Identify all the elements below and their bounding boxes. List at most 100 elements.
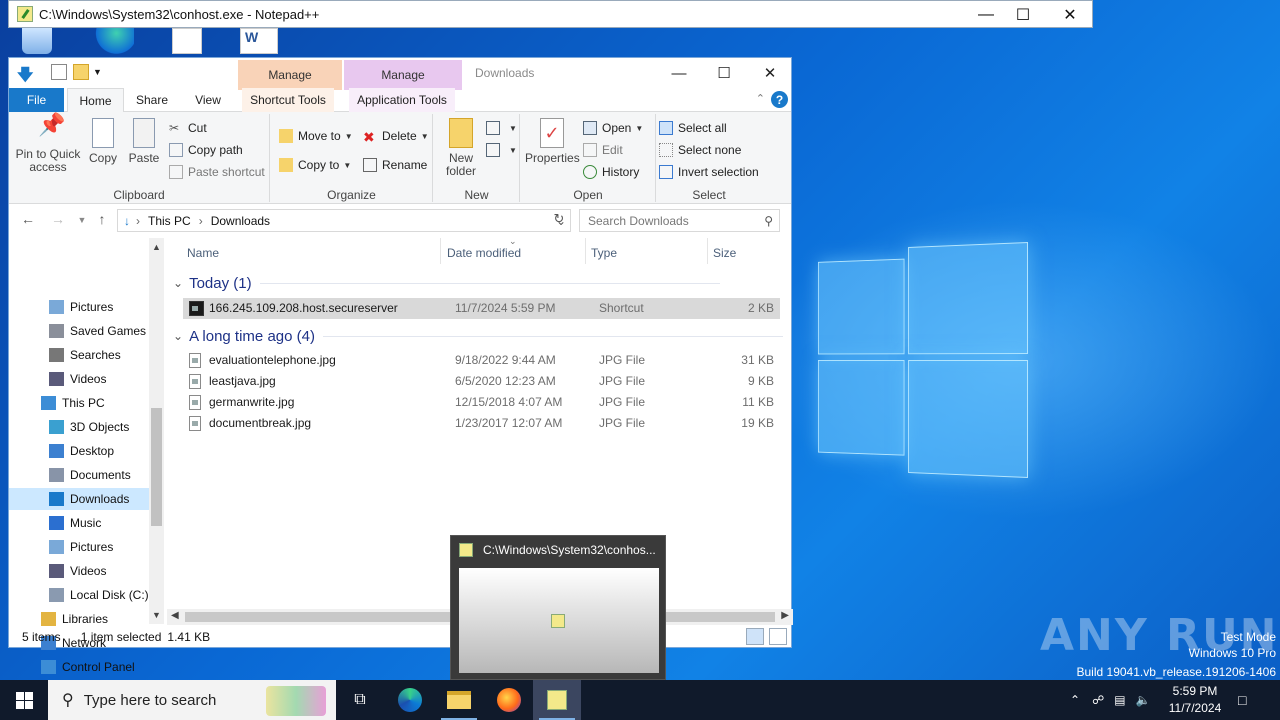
details-view-icon[interactable] bbox=[746, 628, 764, 645]
explorer-minimize-button[interactable]: — bbox=[656, 58, 702, 88]
nav-item[interactable]: Downloads bbox=[9, 488, 149, 510]
copy-to-button[interactable]: Copy to ▼ bbox=[279, 155, 351, 175]
maximize-button[interactable]: ☐ bbox=[1000, 1, 1046, 29]
refresh-icon[interactable]: ↻ bbox=[550, 211, 568, 231]
large-icons-view-icon[interactable] bbox=[769, 628, 787, 645]
scroll-up-icon[interactable]: ▲ bbox=[152, 242, 161, 252]
nav-item[interactable]: 3D Objects bbox=[9, 416, 149, 438]
file-row[interactable]: 166.245.109.208.host.secureserver 11/7/20… bbox=[183, 298, 780, 319]
nav-item[interactable]: Control Panel bbox=[9, 656, 149, 678]
file-row[interactable]: germanwrite.jpg 12/15/2018 4:07 AM JPG Fil… bbox=[183, 392, 780, 413]
file-row[interactable]: leastjava.jpg 6/5/2020 12:23 AM JPG File 9 … bbox=[183, 371, 780, 392]
nav-item[interactable]: Pictures bbox=[9, 536, 149, 558]
nav-item[interactable]: Videos bbox=[9, 368, 149, 390]
move-to-button[interactable]: Move to ▼ bbox=[279, 126, 353, 146]
manage-shortcut-tab[interactable]: Manage bbox=[238, 60, 342, 90]
paste-shortcut-button[interactable]: Paste shortcut bbox=[169, 162, 265, 182]
image-file-icon[interactable] bbox=[172, 28, 202, 54]
select-none-button[interactable]: Select none bbox=[659, 140, 741, 160]
breadcrumb-this-pc[interactable]: This PC bbox=[148, 214, 191, 228]
thumbnail-image[interactable] bbox=[459, 568, 659, 673]
taskbar-search-box[interactable]: ⚲ Type here to search bbox=[48, 680, 336, 720]
column-size[interactable]: Size bbox=[713, 242, 736, 264]
nav-item[interactable]: Desktop bbox=[9, 440, 149, 462]
collapse-chevron-icon[interactable]: ⌄ bbox=[173, 329, 183, 343]
easy-access-button[interactable]: ▼ bbox=[486, 140, 517, 160]
network-icon[interactable]: ☍ bbox=[1092, 693, 1104, 707]
ethernet-icon[interactable]: ▤ bbox=[1114, 693, 1125, 707]
nav-item[interactable]: Local Disk (C:) bbox=[9, 584, 149, 606]
rename-button[interactable]: Rename bbox=[363, 155, 427, 175]
manage-application-tab[interactable]: Manage bbox=[344, 60, 462, 90]
recycle-bin-icon[interactable] bbox=[22, 28, 52, 54]
nav-item[interactable]: Documents bbox=[9, 464, 149, 486]
file-explorer-taskbar-button[interactable] bbox=[435, 680, 483, 720]
forward-arrow-icon[interactable]: → bbox=[49, 211, 67, 231]
pin-quick-access-button[interactable]: 📌 Pin to Quick access bbox=[13, 114, 83, 174]
scroll-down-icon[interactable]: ▼ bbox=[152, 610, 161, 620]
copy-path-button[interactable]: Copy path bbox=[169, 140, 243, 160]
breadcrumb-downloads[interactable]: Downloads bbox=[211, 214, 270, 228]
invert-selection-button[interactable]: Invert selection bbox=[659, 162, 759, 182]
edge-taskbar-button[interactable] bbox=[386, 680, 434, 720]
tab-share[interactable]: Share bbox=[127, 88, 177, 112]
explorer-maximize-button[interactable]: ☐ bbox=[701, 58, 747, 88]
nav-item[interactable]: This PC bbox=[9, 392, 149, 414]
copy-button[interactable]: Copy bbox=[87, 118, 119, 165]
tab-application-tools[interactable]: Application Tools bbox=[349, 88, 455, 112]
nav-item[interactable]: Pictures bbox=[9, 296, 149, 318]
tab-home[interactable]: Home bbox=[67, 88, 124, 113]
notifications-icon[interactable]: □ bbox=[1238, 680, 1246, 720]
nav-item[interactable]: Videos bbox=[9, 560, 149, 582]
up-arrow-icon[interactable]: ↑ bbox=[93, 211, 111, 231]
group-header[interactable]: ⌄ A long time ago (4) bbox=[173, 325, 783, 347]
close-button[interactable]: ✕ bbox=[1047, 1, 1093, 29]
edge-desktop-icon[interactable] bbox=[90, 28, 134, 54]
file-row[interactable]: evaluationtelephone.jpg 9/18/2022 9:44 AM… bbox=[183, 350, 780, 371]
search-input[interactable]: Search Downloads ⚲ bbox=[579, 209, 780, 232]
volume-icon[interactable]: 🔈 bbox=[1136, 693, 1151, 707]
new-folder-qat-icon[interactable] bbox=[73, 64, 89, 80]
collapse-ribbon-icon[interactable]: ⌃ bbox=[756, 92, 765, 105]
column-name[interactable]: Name bbox=[187, 242, 219, 264]
explorer-close-button[interactable]: ✕ bbox=[747, 58, 793, 88]
start-button[interactable] bbox=[0, 680, 48, 720]
nav-item[interactable]: Music bbox=[9, 512, 149, 534]
notepad-taskbar-button[interactable] bbox=[533, 680, 581, 720]
group-header[interactable]: ⌄ Today (1) bbox=[173, 272, 720, 294]
clock[interactable]: 5:59 PM 11/7/2024 bbox=[1162, 683, 1228, 717]
nav-item[interactable]: Saved Games bbox=[9, 320, 149, 342]
edit-button[interactable]: Edit bbox=[583, 140, 623, 160]
notepad-titlebar[interactable]: C:\Windows\System32\conhost.exe - Notepa… bbox=[8, 0, 1093, 28]
new-item-button[interactable]: ▼ bbox=[486, 118, 517, 138]
address-bar[interactable]: ↓ › This PC › Downloads ⌄ bbox=[117, 209, 571, 232]
paste-button[interactable]: Paste bbox=[127, 118, 161, 165]
collapse-chevron-icon[interactable]: ⌄ bbox=[173, 276, 183, 290]
help-icon[interactable]: ? bbox=[771, 91, 788, 108]
recent-dropdown-icon[interactable]: ▼ bbox=[73, 215, 91, 235]
scroll-right-icon[interactable]: ▶ bbox=[781, 610, 789, 621]
open-button[interactable]: Open ▼ bbox=[583, 118, 643, 138]
nav-scroll-thumb[interactable] bbox=[151, 408, 162, 526]
tab-view[interactable]: View bbox=[183, 88, 233, 112]
task-view-button[interactable]: ⧉ bbox=[336, 680, 384, 720]
word-document-icon[interactable]: W bbox=[240, 28, 278, 54]
history-button[interactable]: History bbox=[583, 162, 639, 182]
properties-button[interactable]: ✓ Properties bbox=[525, 118, 580, 165]
nav-item[interactable]: Searches bbox=[9, 344, 149, 366]
file-row[interactable]: documentbreak.jpg 1/23/2017 12:07 AM JPG F… bbox=[183, 413, 780, 434]
select-all-button[interactable]: Select all bbox=[659, 118, 727, 138]
qat-dropdown-icon[interactable]: ▼ bbox=[93, 67, 109, 83]
nav-scrollbar[interactable]: ▲ ▼ bbox=[149, 238, 164, 624]
new-folder-button[interactable]: New folder bbox=[440, 118, 482, 178]
firefox-taskbar-button[interactable] bbox=[485, 680, 533, 720]
column-type[interactable]: Type bbox=[591, 242, 617, 264]
taskbar-thumbnail-preview[interactable]: C:\Windows\System32\conhos... bbox=[450, 535, 666, 680]
tab-file[interactable]: File bbox=[9, 88, 64, 112]
back-arrow-icon[interactable]: ← bbox=[19, 211, 37, 231]
cut-button[interactable]: ✂ Cut bbox=[169, 118, 207, 138]
scroll-left-icon[interactable]: ◀ bbox=[171, 610, 179, 621]
tray-chevron-icon[interactable]: ⌃ bbox=[1070, 693, 1080, 707]
tab-shortcut-tools[interactable]: Shortcut Tools bbox=[242, 88, 334, 112]
properties-qat-icon[interactable] bbox=[51, 64, 67, 80]
